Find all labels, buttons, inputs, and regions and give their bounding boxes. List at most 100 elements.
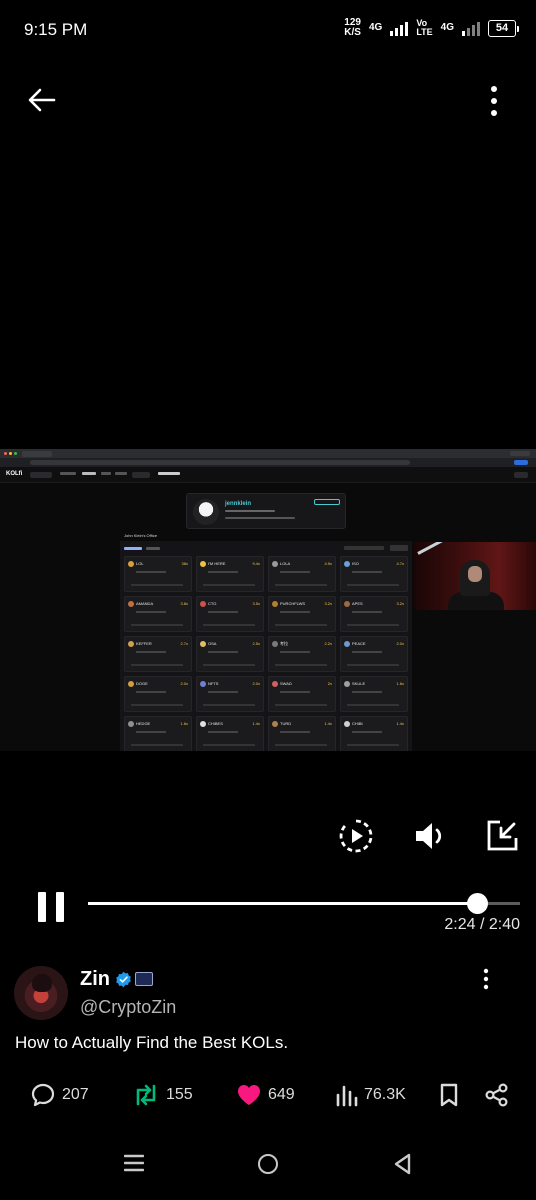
video-browser-tabbar [0,449,536,458]
token-name: KEFFER [136,641,152,646]
token-logo-icon [200,641,206,647]
bookmark-icon [440,1083,458,1107]
video-kol-tile: APES 3.2x [340,596,408,632]
more-options-button[interactable] [484,84,504,118]
video-kol-tile: ISO 4.7x [340,556,408,592]
video-follow-pill [314,499,340,505]
bookmark-button[interactable] [438,1080,460,1110]
system-back-button[interactable] [392,1152,412,1176]
video-kol-tile: AMANDA 3.8x [124,596,192,632]
token-multiplier: 1.4x [324,721,332,726]
video-office-label: John Klein's Office [124,533,157,538]
recents-icon [123,1154,145,1172]
views-button[interactable]: 76.3K [336,1080,406,1110]
system-navigation-bar [0,1130,536,1200]
status-time: 9:15 PM [24,20,88,39]
video-address-bar [0,458,536,467]
volume-icon [416,823,442,849]
more-vertical-icon [491,86,497,116]
signal-strength-icon-2 [462,20,480,36]
video-app-nav: KOLfi [0,467,536,483]
token-logo-icon [200,681,206,687]
video-profile-card: jennklein [186,493,346,529]
video-profile-name: jennklein [225,501,252,507]
video-kol-tile: SWAD 2x [268,676,336,712]
more-vertical-icon [483,968,489,990]
token-logo-icon [272,681,278,687]
repost-icon [136,1084,156,1106]
token-name: AMANDA [136,601,154,606]
video-progress-bar[interactable] [88,893,520,914]
arrow-left-icon [28,88,56,112]
token-multiplier: 3.5x [252,601,260,606]
repost-button[interactable]: 155 [132,1080,193,1110]
share-icon [485,1083,508,1107]
token-multiplier: 38x [181,561,188,566]
token-multiplier: 2x [327,681,332,686]
reply-count: 207 [62,1086,89,1103]
token-name: DOGE [136,681,148,686]
video-kol-tile: CHIBI 1.4x [340,716,408,751]
token-multiplier: 2.2x [324,641,332,646]
video-kol-board: LOL 38x I'M HERE 9.4x LOLA 4.9x ISO 4.7x AMANDA 3… [120,541,412,751]
video-kol-tile: PURCHFLWS 3.2x [268,596,336,632]
post-more-button[interactable] [476,968,496,990]
video-player[interactable]: KOLfi jennklein John Klein's Office LOL 3… [0,449,536,751]
token-multiplier: 3.2x [324,601,332,606]
reply-button[interactable]: 207 [30,1080,89,1110]
video-webcam-overlay [414,542,536,610]
token-name: CHIBI [352,721,363,726]
recents-button[interactable] [123,1154,145,1172]
token-logo-icon [200,561,206,567]
home-button[interactable] [258,1154,278,1174]
back-button[interactable] [26,84,58,116]
video-kol-tile: PEACE 2.0x [340,636,408,672]
token-name: LOL [136,561,144,566]
token-logo-icon [128,721,134,727]
network-speed-unit: K/S [344,27,361,38]
reply-icon [31,1083,55,1107]
exit-fullscreen-button[interactable] [484,818,520,854]
video-kol-tile: 考拉 2.2x [268,636,336,672]
token-multiplier: 2.0x [396,641,404,646]
token-logo-icon [344,681,350,687]
signal-strength-icon [390,20,409,36]
video-kol-tile: LOLA 4.9x [268,556,336,592]
author-name[interactable]: Zin [80,968,110,991]
status-bar: 9:15 PM 129 K/S 4G Vo LTE 4G 54 [0,0,536,60]
token-multiplier: 1.4x [252,721,260,726]
affiliate-badge-icon[interactable] [135,972,153,986]
token-multiplier: 9.4x [252,561,260,566]
token-name: OSA [208,641,217,646]
video-kol-tile: TURD 1.4x [268,716,336,751]
token-name: ISO [352,561,359,566]
author-handle[interactable]: @CryptoZin [80,997,176,1018]
autoplay-button[interactable] [338,818,374,854]
like-button[interactable]: 649 [236,1080,295,1110]
autoplay-icon [339,819,373,853]
token-multiplier: 3.8x [180,601,188,606]
pause-button[interactable] [38,892,66,922]
volume-button[interactable] [412,818,448,854]
author-avatar[interactable] [14,966,68,1020]
battery-icon: 54 [488,19,519,37]
status-indicators: 129 K/S 4G Vo LTE 4G 54 [344,18,519,38]
video-kol-tile: CTO 3.5x [196,596,264,632]
video-kol-tile: SKULE 1.6x [340,676,408,712]
token-name: LOLA [280,561,291,566]
volte-bottom-label: LTE [416,27,433,37]
video-kol-tile: NFTS 2.0x [196,676,264,712]
video-kol-tile: KEFFER 2.7x [124,636,192,672]
video-profile-avatar [193,499,219,525]
token-logo-icon [272,561,278,567]
network-type-1: 4G [368,22,383,33]
repost-count: 155 [166,1086,193,1103]
token-multiplier: 1.4x [396,721,404,726]
video-kol-tile: OSA 2.5x [196,636,264,672]
share-button[interactable] [484,1080,510,1110]
token-logo-icon [344,641,350,647]
views-chart-icon [336,1085,358,1107]
token-multiplier: 3.2x [396,601,404,606]
token-logo-icon [128,561,134,567]
video-progress-thumb[interactable] [466,893,488,914]
